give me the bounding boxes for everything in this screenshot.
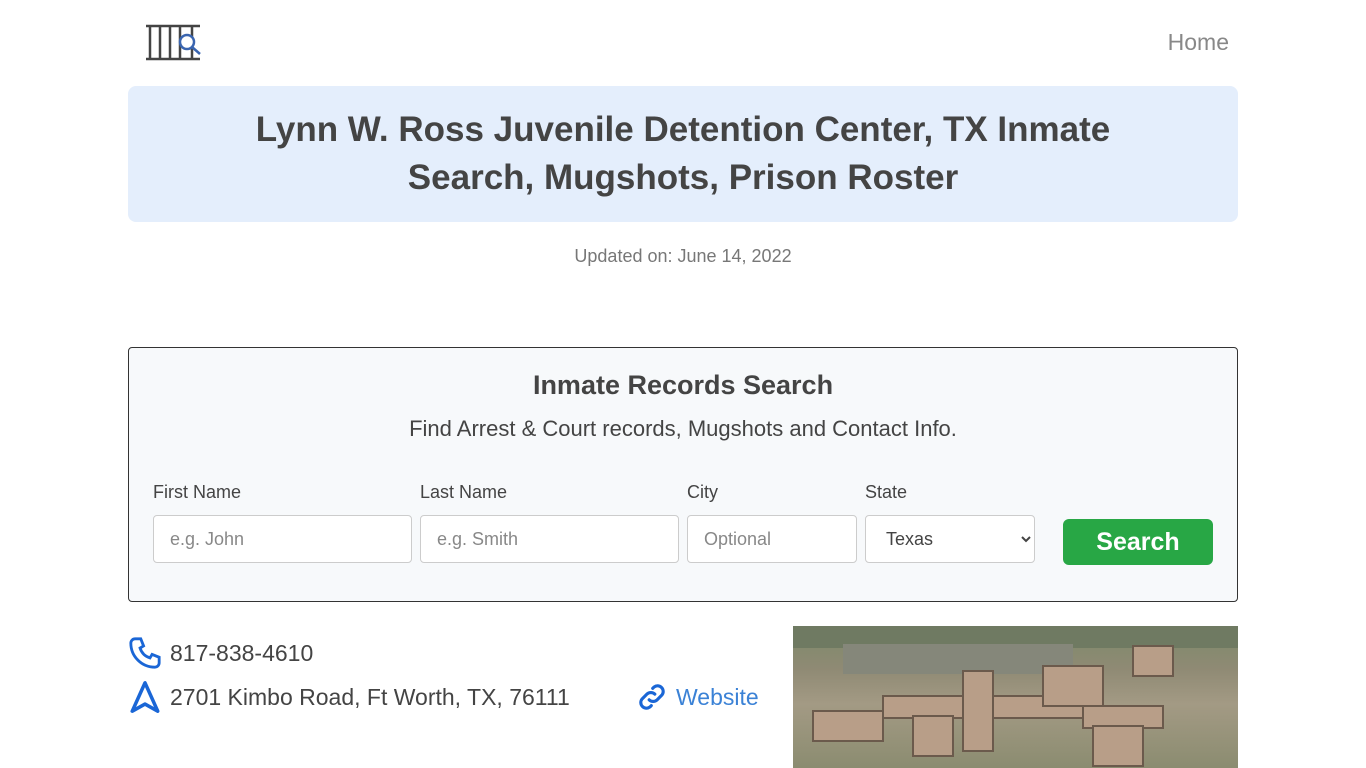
city-input[interactable]	[687, 515, 857, 563]
first-name-input[interactable]	[153, 515, 412, 563]
first-name-label: First Name	[153, 482, 242, 502]
search-button[interactable]: Search	[1063, 519, 1213, 565]
search-subtitle: Find Arrest & Court records, Mugshots an…	[409, 416, 957, 441]
page-title: Lynn W. Ross Juvenile Detention Center, …	[255, 110, 1111, 197]
state-label: State	[865, 482, 908, 502]
jail-search-logo-icon[interactable]	[145, 22, 205, 62]
link-icon	[639, 684, 665, 710]
address-row: 2701 Kimbo Road, Ft Worth, TX, 76111	[128, 680, 570, 714]
last-name-label: Last Name	[420, 482, 508, 502]
state-select[interactable]: Texas	[865, 515, 1035, 563]
city-label: City	[687, 482, 718, 502]
phone-row: 817-838-4610	[128, 636, 313, 670]
last-name-input[interactable]	[420, 515, 679, 563]
website-link[interactable]: Website	[634, 680, 759, 714]
title-banner: Lynn W. Ross Juvenile Detention Center, …	[128, 86, 1238, 222]
website-label: Website	[676, 683, 759, 710]
phone-icon	[129, 637, 161, 669]
nav-home-link[interactable]: Home	[1168, 29, 1229, 56]
phone-number[interactable]: 817-838-4610	[170, 640, 313, 667]
search-title: Inmate Records Search	[532, 370, 834, 400]
updated-date: Updated on: June 14, 2022	[574, 246, 792, 266]
facility-aerial-photo	[793, 626, 1238, 768]
inmate-search-form: Inmate Records Search Find Arrest & Cour…	[128, 347, 1238, 602]
navigation-arrow-icon	[130, 681, 160, 713]
address-text: 2701 Kimbo Road, Ft Worth, TX, 76111	[170, 683, 570, 710]
